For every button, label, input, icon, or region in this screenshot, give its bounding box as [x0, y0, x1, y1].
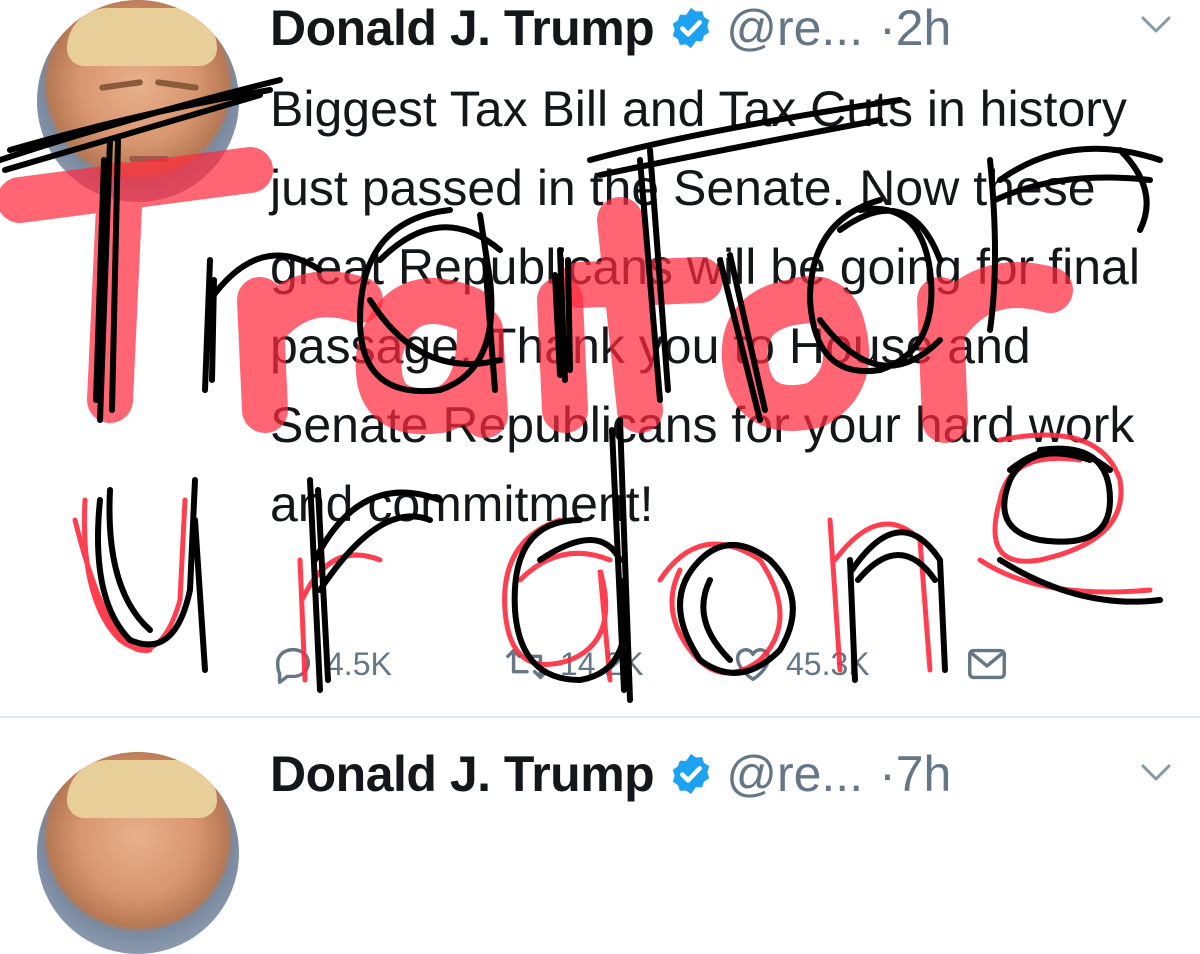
like-count: 45.3K: [786, 645, 870, 682]
verified-badge-icon: [672, 753, 710, 795]
display-name[interactable]: Donald J. Trump: [270, 745, 655, 803]
retweet-icon: [506, 648, 548, 680]
tweet[interactable]: Donald J. Trump @re... ·7h: [0, 718, 1200, 954]
avatar-hair: [67, 760, 217, 818]
tweet-header: Donald J. Trump @re... ·7h: [270, 746, 951, 802]
like-button[interactable]: 45.3K: [730, 636, 870, 692]
timestamp[interactable]: ·2h: [879, 0, 951, 57]
display-name[interactable]: Donald J. Trump: [270, 0, 655, 57]
avatar[interactable]: [37, 752, 239, 954]
user-handle[interactable]: @re...: [726, 745, 863, 803]
avatar-brow-right: [154, 78, 200, 92]
tweet-header: Donald J. Trump @re... ·2h: [270, 0, 951, 56]
timestamp[interactable]: ·7h: [879, 745, 951, 803]
like-icon: [735, 648, 771, 682]
retweet-button[interactable]: 14.2K: [504, 636, 644, 692]
tweet-text: Biggest Tax Bill and Tax Cuts in history…: [270, 81, 1140, 532]
reply-button[interactable]: 4.5K: [270, 636, 392, 692]
chevron-down-icon[interactable]: [1140, 14, 1172, 36]
reply-count: 4.5K: [326, 645, 392, 682]
reply-icon: [275, 647, 311, 684]
avatar-hair: [67, 8, 217, 66]
verified-badge-icon: [672, 7, 710, 49]
avatar-mouth: [129, 156, 169, 162]
tweet-actions: 4.5K 14.2K 45.3K: [270, 636, 1170, 692]
user-handle[interactable]: @re...: [726, 0, 863, 57]
retweet-count: 14.2K: [560, 645, 644, 682]
avatar[interactable]: [37, 0, 239, 202]
direct-message-icon: [968, 648, 1006, 680]
tweet[interactable]: Donald J. Trump @re... ·2h Biggest Tax B…: [0, 0, 1200, 716]
avatar-brow-left: [98, 78, 144, 92]
direct-message-button[interactable]: [964, 636, 1010, 692]
chevron-down-icon[interactable]: [1140, 762, 1172, 784]
